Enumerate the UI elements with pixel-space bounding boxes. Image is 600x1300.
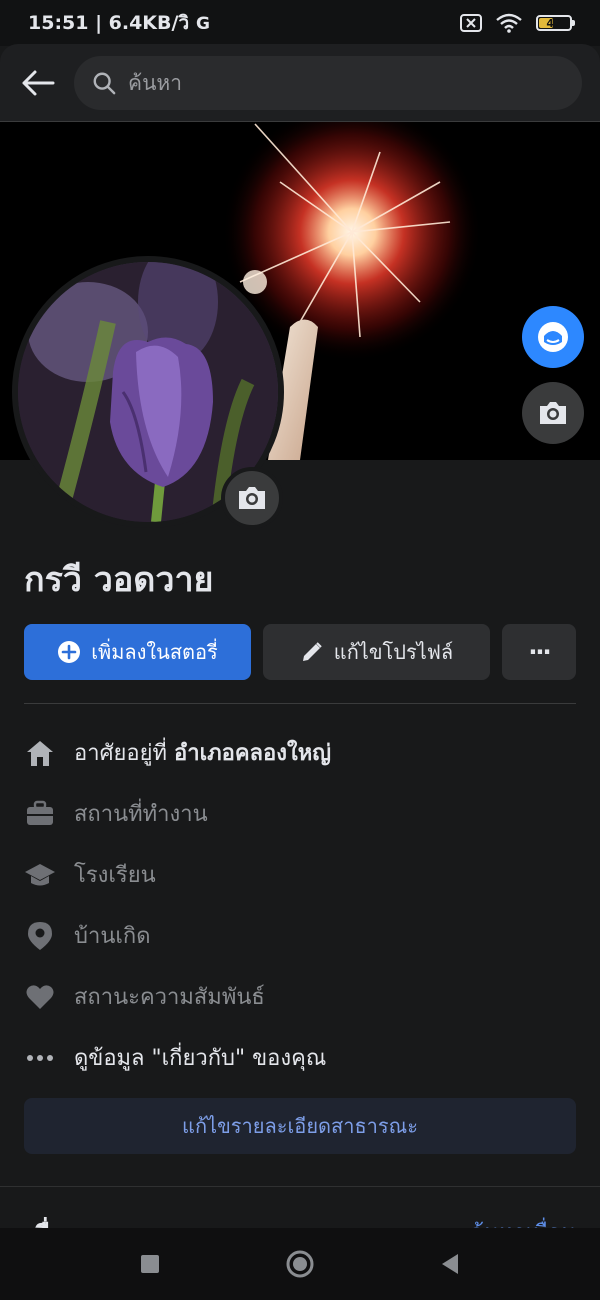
battery-level: 47 (546, 16, 562, 30)
lives-in-prefix: อาศัยอยู่ที่ (74, 741, 175, 766)
detail-school[interactable]: โรงเรียน (24, 844, 576, 905)
home-icon (24, 737, 56, 769)
more-dots-icon: ··· (528, 638, 551, 666)
recents-button[interactable] (130, 1244, 170, 1284)
detail-hometown[interactable]: บ้านเกิด (24, 905, 576, 966)
heart-icon (24, 981, 56, 1013)
camera-icon (540, 402, 566, 424)
detail-workplace[interactable]: สถานที่ทำงาน (24, 783, 576, 844)
hometown-label: บ้านเกิด (74, 924, 151, 949)
intro-details: อาศัยอยู่ที่ อำเภอคลองใหญ่ สถานที่ทำงาน … (24, 722, 576, 1088)
battery-icon: 47 (536, 15, 575, 31)
edit-cover-photo-button[interactable] (522, 382, 584, 444)
lives-in-place[interactable]: อำเภอคลองใหญ่ (174, 741, 331, 766)
status-time-speed: 15:51 | 6.4KB/วิ (28, 12, 190, 34)
google-g-icon: G (195, 14, 213, 32)
no-sim-icon (460, 14, 482, 32)
square-icon (141, 1255, 159, 1273)
divider (24, 703, 576, 704)
circle-home-icon (286, 1250, 314, 1278)
status-bar: 15:51 | 6.4KB/วิ G 47 (0, 0, 600, 46)
pencil-icon (302, 642, 322, 661)
relationship-label: สถานะความสัมพันธ์ (74, 985, 265, 1010)
back-arrow-icon (22, 70, 55, 95)
edit-profile-photo-button[interactable] (221, 467, 283, 529)
camera-icon (239, 487, 265, 509)
edit-public-details-button[interactable]: แก้ไขรายละเอียดสาธารณะ (24, 1098, 576, 1154)
avatar-face-icon (538, 322, 568, 352)
add-to-story-button[interactable]: เพิ่มลงในสตอรี่ (24, 624, 251, 680)
detail-relationship[interactable]: สถานะความสัมพันธ์ (24, 966, 576, 1027)
profile-name: กรวี วอดวาย (24, 560, 214, 600)
friends-title: เพื่อน (24, 1215, 83, 1228)
back-button[interactable] (18, 63, 58, 103)
ellipsis-icon (24, 1042, 56, 1074)
svg-text:G: G (196, 14, 210, 32)
edit-profile-label: แก้ไขโปรไฟล์ (333, 640, 454, 664)
briefcase-icon (24, 798, 56, 830)
detail-about[interactable]: ดูข้อมูล "เกี่ยวกับ" ของคุณ (24, 1027, 576, 1088)
wifi-icon (496, 13, 522, 33)
search-input[interactable] (128, 70, 564, 95)
more-options-button[interactable]: ··· (502, 624, 576, 680)
location-pin-icon (24, 920, 56, 952)
search-header (0, 44, 600, 122)
friends-section-header: เพื่อน ค้นหาเพื่อน (0, 1186, 600, 1228)
avatar-button[interactable] (522, 306, 584, 368)
edit-profile-button[interactable]: แก้ไขโปรไฟล์ (263, 624, 490, 680)
about-label: ดูข้อมูล "เกี่ยวกับ" ของคุณ (74, 1046, 327, 1071)
add-to-story-label: เพิ่มลงในสตอรี่ (91, 640, 218, 664)
graduation-cap-icon (24, 859, 56, 891)
workplace-label: สถานที่ทำงาน (74, 802, 208, 827)
home-button[interactable] (280, 1244, 320, 1284)
profile-actions: เพิ่มลงในสตอรี่ แก้ไขโปรไฟล์ ··· (24, 624, 576, 680)
search-icon (93, 72, 116, 94)
find-friends-link[interactable]: ค้นหาเพื่อน (469, 1215, 576, 1228)
detail-lives-in[interactable]: อาศัยอยู่ที่ อำเภอคลองใหญ่ (24, 722, 576, 783)
back-nav-button[interactable] (430, 1244, 470, 1284)
search-bar[interactable] (74, 55, 582, 110)
triangle-back-icon (442, 1254, 458, 1274)
system-nav-bar (0, 1228, 600, 1300)
plus-circle-icon (58, 641, 81, 663)
school-label: โรงเรียน (74, 863, 156, 888)
